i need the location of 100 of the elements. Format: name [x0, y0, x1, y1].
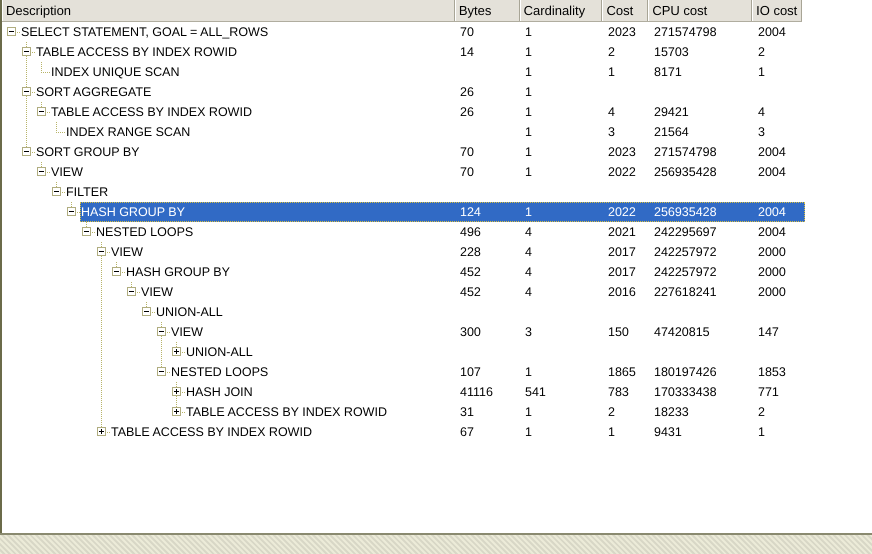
plan-row[interactable]: HASH GROUP BY 124 1 2022 256935428 2004	[80, 202, 805, 222]
expand-icon[interactable]	[172, 387, 181, 396]
table-cell-text: 150	[607, 324, 630, 341]
description-cell-text: TABLE ACCESS BY INDEX ROWID	[111, 424, 313, 441]
table-cell-text: 1	[524, 404, 533, 421]
table-cell-text: 15703	[653, 44, 690, 61]
table-cell-text: 41116	[459, 384, 494, 401]
table-cell-text: 2022	[607, 164, 637, 181]
plan-row[interactable]: VIEW 300 3 150 47420815 147	[170, 322, 805, 342]
expand-icon[interactable]	[172, 407, 181, 416]
table-cell-text: 1	[757, 64, 766, 81]
table-cell-text: 47420815	[653, 324, 711, 341]
table-cell-text: 3	[607, 124, 616, 141]
table-cell-text: 2004	[757, 204, 787, 221]
collapse-icon[interactable]	[97, 247, 106, 256]
table-cell-text: 2022	[607, 204, 637, 221]
plan-row[interactable]: FILTER	[65, 182, 805, 202]
collapse-icon[interactable]	[7, 27, 16, 36]
collapse-icon[interactable]	[22, 87, 31, 96]
description-cell-text: HASH JOIN	[186, 384, 254, 401]
collapse-icon[interactable]	[22, 147, 31, 156]
plan-row[interactable]: HASH JOIN 41116 541 783 170333438 771	[185, 382, 805, 402]
table-cell-text: 1	[524, 364, 533, 381]
table-cell-text: 1	[524, 424, 533, 441]
description-cell-text: SELECT STATEMENT, GOAL = ALL_ROWS	[21, 24, 270, 41]
plan-row[interactable]: VIEW 70 1 2022 256935428 2004	[50, 162, 805, 182]
plan-row[interactable]: VIEW 452 4 2016 227618241 2000	[140, 282, 805, 302]
description-cell-text: VIEW	[171, 324, 204, 341]
column-header[interactable]: Bytes	[454, 0, 520, 21]
plan-row[interactable]: UNION-ALL	[185, 342, 805, 362]
table-cell-text: 452	[459, 264, 482, 281]
collapse-icon[interactable]	[37, 167, 46, 176]
table-cell-text: 300	[459, 324, 482, 341]
collapse-icon[interactable]	[142, 307, 151, 316]
collapse-icon[interactable]	[127, 287, 136, 296]
table-cell-text: 2000	[757, 264, 787, 281]
plan-row[interactable]: NESTED LOOPS 496 4 2021 242295697 2004	[95, 222, 805, 242]
column-header[interactable]: Cost	[602, 0, 648, 21]
collapse-icon[interactable]	[67, 207, 76, 216]
description-cell-text: NESTED LOOPS	[171, 364, 270, 381]
table-cell-text: 1853	[757, 364, 787, 381]
table-cell-text: 70	[459, 164, 475, 181]
table-cell-text: 26	[459, 84, 475, 101]
plan-row[interactable]: SORT AGGREGATE 26 1	[35, 82, 805, 102]
column-header[interactable]: Cardinality	[520, 0, 602, 21]
collapse-icon[interactable]	[157, 367, 166, 376]
plan-row[interactable]: SORT GROUP BY 70 1 2023 271574798 2004	[35, 142, 805, 162]
column-header[interactable]: IO cost	[752, 0, 802, 21]
plan-row[interactable]: HASH GROUP BY 452 4 2017 242257972 2000	[125, 262, 805, 282]
description-cell-text: VIEW	[51, 164, 84, 181]
table-cell-text: 771	[757, 384, 780, 401]
collapse-icon[interactable]	[112, 267, 121, 276]
table-cell-text: 2004	[757, 144, 787, 161]
table-cell-text: 242257972	[653, 244, 718, 261]
table-cell-text: 2004	[757, 24, 787, 41]
table-cell-text: 2023	[607, 24, 637, 41]
table-cell-text: 1865	[607, 364, 637, 381]
plan-row[interactable]: VIEW 228 4 2017 242257972 2000	[110, 242, 805, 262]
collapse-icon[interactable]	[157, 327, 166, 336]
table-cell-text: 783	[607, 384, 630, 401]
description-cell-text: TABLE ACCESS BY INDEX ROWID	[36, 44, 238, 61]
plan-row[interactable]: TABLE ACCESS BY INDEX ROWID 26 1 4 29421 4	[50, 102, 805, 122]
collapse-icon[interactable]	[22, 47, 31, 56]
plan-row[interactable]: INDEX RANGE SCAN 1 3 21564 3	[65, 122, 805, 142]
description-cell-text: SORT GROUP BY	[36, 144, 141, 161]
table-cell-text: 1	[524, 204, 533, 221]
table-cell-text: 2021	[607, 224, 637, 241]
tree-line	[41, 102, 50, 113]
collapse-icon[interactable]	[37, 107, 46, 116]
table-cell-text: 1	[524, 104, 533, 121]
plan-row[interactable]: TABLE ACCESS BY INDEX ROWID 67 1 1 9431 1	[110, 422, 805, 442]
table-cell-text: 70	[459, 144, 475, 161]
plan-row[interactable]: NESTED LOOPS 107 1 1865 180197426 1853	[170, 362, 805, 382]
table-cell-text: 3	[524, 324, 533, 341]
table-cell-text: 21564	[653, 124, 690, 141]
collapse-icon[interactable]	[82, 227, 91, 236]
expand-icon[interactable]	[97, 427, 106, 436]
collapse-icon[interactable]	[52, 187, 61, 196]
column-header[interactable]: CPU cost	[648, 0, 752, 21]
table-cell-text: 29421	[653, 104, 690, 121]
plan-row[interactable]: TABLE ACCESS BY INDEX ROWID 14 1 2 15703 2	[35, 42, 805, 62]
table-cell-text: 2016	[607, 284, 637, 301]
table-cell-text: 1	[524, 44, 533, 61]
table-cell-text: 2004	[757, 164, 787, 181]
plan-row[interactable]: INDEX UNIQUE SCAN 1 1 8171 1	[50, 62, 805, 82]
tree-line	[131, 282, 140, 293]
table-cell-text: 1	[607, 424, 616, 441]
column-header[interactable]: Description	[2, 0, 455, 21]
tree-line	[56, 122, 65, 133]
plan-row[interactable]: SELECT STATEMENT, GOAL = ALL_ROWS 70 1 2023 271574798 2004	[20, 22, 805, 42]
table-cell-text: 4	[524, 284, 533, 301]
plan-row[interactable]: UNION-ALL	[155, 302, 805, 322]
table-cell-text: 67	[459, 424, 475, 441]
table-cell-text: 2004	[757, 224, 787, 241]
table-cell-text: 4	[524, 244, 533, 261]
expand-icon[interactable]	[172, 347, 181, 356]
table-cell-text: 8171	[653, 64, 683, 81]
table-cell-text: 242257972	[653, 264, 718, 281]
plan-row[interactable]: TABLE ACCESS BY INDEX ROWID 31 1 2 18233 2	[185, 402, 805, 422]
table-cell-text: 1	[524, 124, 533, 141]
